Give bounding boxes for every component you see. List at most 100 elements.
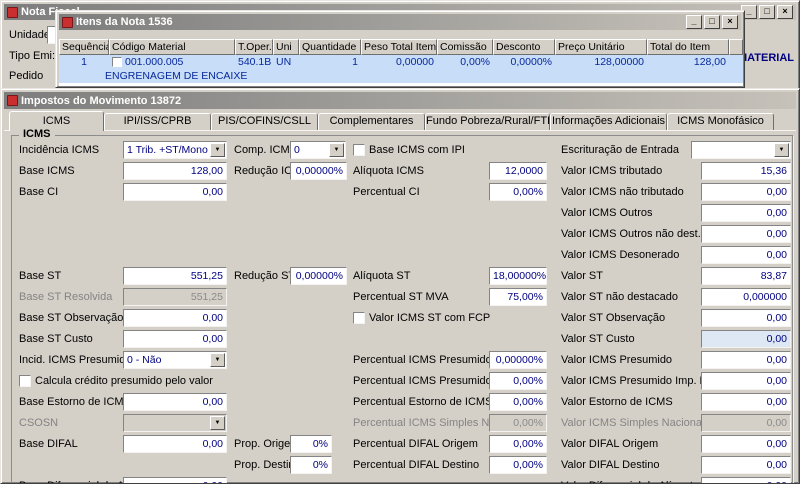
column-header-total-do-item[interactable]: Total do Item [647,39,729,55]
tab-informacoes-adicionais[interactable]: Informações Adicionais [550,113,667,130]
base-st-resolvida-field: 551,25 [123,288,227,306]
window-itens-da-nota: Itens da Nota 1536 _ □ × Sequência Códig… [55,10,745,88]
base-st-field[interactable]: 551,25 [123,267,227,285]
column-header-codigo-material[interactable]: Código Material [109,39,235,55]
incidencia-icms-select[interactable]: 1 Trib. +ST/Mono ▼ [123,141,227,159]
calcula-credito-presumido-checkbox[interactable] [19,375,31,387]
base-icms-field[interactable]: 128,00 [123,162,227,180]
valor-st-custo-field[interactable]: 0,00 [701,330,791,348]
percentual-difal-origem-label: Percentual DIFAL Origem [353,438,478,450]
base-st-custo-field[interactable]: 0,00 [123,330,227,348]
aliquota-icms-field[interactable]: 12,0000 [489,162,547,180]
reducao-icms-field[interactable]: 0,00000% [290,162,347,180]
tab-complementares[interactable]: Complementares [318,113,425,130]
base-icms-com-ipi-label[interactable]: Base ICMS com IPI [369,141,465,159]
base-icms-com-ipi-checkbox[interactable] [353,144,365,156]
valor-icms-outros-nao-dest-field[interactable]: 0,00 [701,225,791,243]
valor-icms-presumido-label: Valor ICMS Presumido [561,354,673,366]
maximize-icon[interactable]: □ [759,5,775,19]
base-diferencial-aliq-label: Base Diferencial de Alíq. [19,477,139,483]
base-ci-field[interactable]: 0,00 [123,183,227,201]
base-st-observacao-field[interactable]: 0,00 [123,309,227,327]
tab-fundo-pobreza-rural-fti[interactable]: Fundo Pobreza/Rural/FTI [425,113,550,130]
tab-icms-monofasico[interactable]: ICMS Monofásico [667,113,774,130]
percentual-estorno-icms-label: Percentual Estorno de ICMS [353,396,493,408]
valor-icms-presumido-field[interactable]: 0,00 [701,351,791,369]
column-header-preco-unitario[interactable]: Preço Unitário [555,39,647,55]
valor-difal-destino-field[interactable]: 0,00 [701,456,791,474]
impostos-titlebar[interactable]: Impostos do Movimento 13872 [4,92,796,109]
incid-icms-presumido-select[interactable]: 0 - Não ▼ [123,351,227,369]
chevron-down-icon[interactable]: ▼ [210,143,225,157]
tab-ipi-iss-cprb[interactable]: IPI/ISS/CPRB [104,113,211,130]
tab-pis-cofins-csll[interactable]: PIS/COFINS/CSLL [211,113,318,130]
chevron-down-icon[interactable]: ▼ [774,143,789,157]
valor-icms-desonerado-label: Valor ICMS Desonerado [561,249,680,261]
window-impostos-do-movimento: Impostos do Movimento 13872 ICMS IPI/ISS… [0,88,800,484]
prop-destino-field[interactable]: 0% [290,456,332,474]
percentual-estorno-icms-field[interactable]: 0,00% [489,393,547,411]
calcula-credito-presumido-label[interactable]: Calcula crédito presumido pelo valor [35,372,213,390]
percentual-difal-destino-label: Percentual DIFAL Destino [353,459,480,471]
maximize-icon[interactable]: □ [704,15,720,29]
percentual-difal-destino-field[interactable]: 0,00% [489,456,547,474]
codigo-material-value: 001.000.005 [125,56,184,68]
valor-icms-presumido-imp-pr-label: Valor ICMS Presumido Imp. PR [561,375,715,387]
base-st-label: Base ST [19,270,62,282]
valor-icms-st-com-fcp-checkbox[interactable] [353,312,365,324]
valor-st-nao-destacado-field[interactable]: 0,000000 [701,288,791,306]
valor-icms-outros-label: Valor ICMS Outros [561,207,653,219]
base-diferencial-aliq-field[interactable]: 0,00 [123,477,227,483]
valor-st-observacao-label: Valor ST Observação [561,312,666,324]
valor-estorno-icms-field[interactable]: 0,00 [701,393,791,411]
percentual-ci-field[interactable]: 0,00% [489,183,547,201]
close-icon[interactable]: × [722,15,738,29]
valor-icms-nao-tributado-field[interactable]: 0,00 [701,183,791,201]
valor-st-field[interactable]: 83,87 [701,267,791,285]
column-header-comissao[interactable]: Comissão [437,39,493,55]
minimize-icon[interactable]: _ [686,15,702,29]
valor-icms-tributado-field[interactable]: 15,36 [701,162,791,180]
base-estorno-icms-field[interactable]: 0,00 [123,393,227,411]
valor-icms-simples-label: Valor ICMS Simples Nacional [561,417,705,429]
valor-icms-outros-field[interactable]: 0,00 [701,204,791,222]
cell-total-do-item: 128,00 [693,56,726,68]
valor-icms-presumido-imp-pr-field[interactable]: 0,00 [701,372,791,390]
percentual-difal-origem-field[interactable]: 0,00% [489,435,547,453]
column-header-toper[interactable]: T.Oper. [235,39,273,55]
chevron-down-icon[interactable]: ▼ [329,143,344,157]
valor-difal-origem-field[interactable]: 0,00 [701,435,791,453]
base-ci-label: Base CI [19,186,59,198]
valor-icms-nao-tributado-label: Valor ICMS não tributado [561,186,684,198]
valor-icms-outros-nao-dest-label: Valor ICMS Outros não dest. [561,228,701,240]
percentual-icms-presumido-field[interactable]: 0,00000% [489,351,547,369]
valor-diferencial-aliquota-label: Valor Diferencial de Alíquota [561,477,699,483]
itens-window-buttons: _ □ × [686,15,738,29]
cell-sequencia: 1 [81,56,87,68]
cell-comissao: 0,00% [460,56,490,68]
escrituracao-entrada-select[interactable]: ▼ [691,141,791,159]
prop-origem-field[interactable]: 0% [290,435,332,453]
percentual-icms-presumido-imp-pr-field[interactable]: 0,00% [489,372,547,390]
valor-icms-st-com-fcp-label[interactable]: Valor ICMS ST com FCP [369,309,490,327]
column-header-uni[interactable]: Uni [273,39,299,55]
row-checkbox[interactable] [112,57,122,67]
column-header-sequencia[interactable]: Sequência [59,39,109,55]
table-row[interactable]: 1 001.000.005 540.1B UN 1 0,00000 0,00% … [59,55,743,69]
reducao-st-field[interactable]: 0,00000% [290,267,347,285]
valor-st-observacao-field[interactable]: 0,00 [701,309,791,327]
base-difal-field[interactable]: 0,00 [123,435,227,453]
column-header-peso-total-item[interactable]: Peso Total Item [361,39,437,55]
aliquota-st-field[interactable]: 18,00000% [489,267,547,285]
table-row-descricao[interactable]: ENGRENAGEM DE ENCAIXE [59,69,743,83]
column-header-quantidade[interactable]: Quantidade [299,39,361,55]
table-header: Sequência Código Material T.Oper. Uni Qu… [59,39,743,55]
percentual-st-mva-field[interactable]: 75,00% [489,288,547,306]
chevron-down-icon[interactable]: ▼ [210,353,225,367]
comp-icms-select[interactable]: 0 ▼ [290,141,346,159]
itens-titlebar[interactable]: Itens da Nota 1536 _ □ × [59,14,741,30]
valor-icms-desonerado-field[interactable]: 0,00 [701,246,791,264]
close-icon[interactable]: × [777,5,793,19]
column-header-desconto[interactable]: Desconto [493,39,555,55]
valor-diferencial-aliquota-field[interactable]: 0,00 [701,477,791,483]
